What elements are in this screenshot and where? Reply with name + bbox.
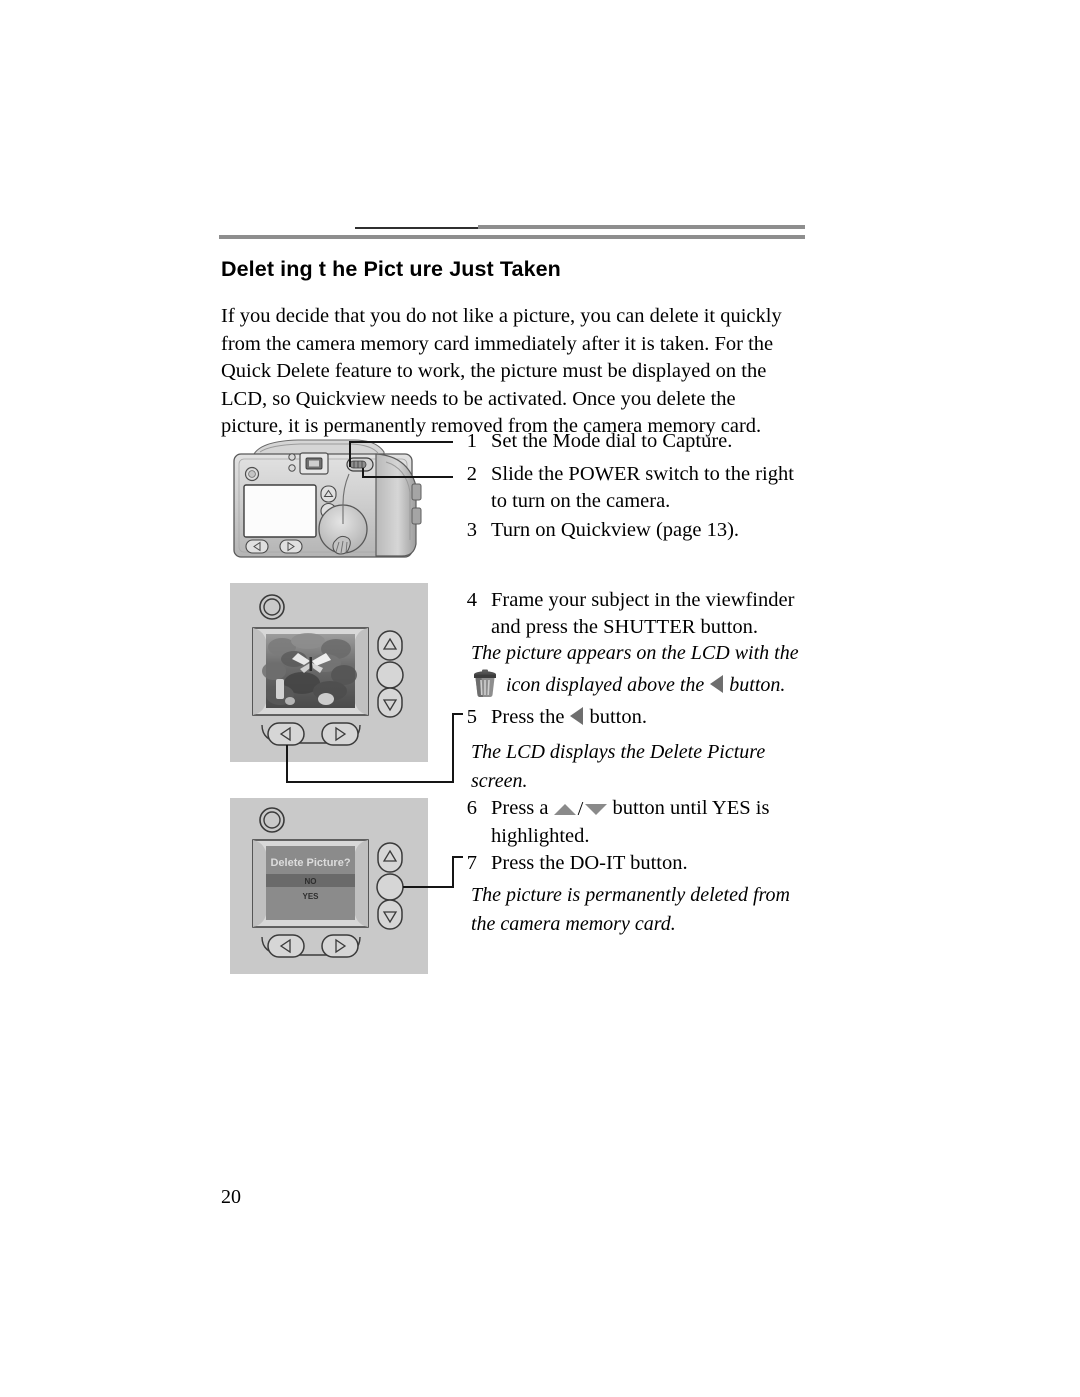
lcd-panel-1-svg	[252, 594, 404, 746]
step-text: Press the DO-IT button.	[491, 852, 688, 874]
trash-can-icon	[471, 668, 499, 698]
step-number: 5	[466, 706, 477, 728]
manual-page: Delet ing t he Pict ure Just Taken If yo…	[0, 0, 1080, 1397]
step-text: Turn on Quickview (page 13).	[491, 519, 740, 541]
step-number: 4	[466, 589, 477, 611]
step-item-4: 4 Frame your subject in the viewfinder a…	[451, 587, 803, 641]
step-item-7: 7 Press the DO-IT button.	[451, 850, 803, 877]
camera-rear-svg	[233, 439, 422, 558]
lcd-option-no: NO	[305, 877, 317, 886]
step-text: Frame your subject in the viewfinder and…	[491, 589, 795, 638]
step6-text-before: Press a	[491, 797, 549, 819]
note-step4-line2: icon displayed above the button.	[471, 668, 801, 700]
up-down-arrow-glyph-group: /	[553, 796, 608, 823]
step5-text-before: Press the	[491, 706, 565, 728]
camera-rear-illustration	[226, 432, 456, 562]
callout-line-step2-horizontal	[362, 476, 453, 478]
callout-line-step5-across	[286, 781, 454, 783]
note-step7: The picture is permanently deleted from …	[471, 884, 791, 935]
note-step4-line2-before: icon displayed above the	[506, 674, 705, 696]
step-text: Set the Mode dial to Capture.	[491, 430, 733, 452]
lcd-panel-2-svg: Delete Picture? NO YES	[252, 807, 404, 958]
lcd-screen-title: Delete Picture?	[270, 857, 350, 869]
step-number: 6	[466, 797, 477, 819]
header-rule-gray-bottom	[219, 235, 805, 239]
header-rules	[0, 0, 1080, 239]
step-text: Press the button.	[491, 704, 647, 731]
step-text: Slide the POWER switch to the right to t…	[491, 463, 794, 512]
up-triangle-icon	[553, 803, 576, 815]
page-number: 20	[221, 1186, 241, 1208]
page-title: Delet ing t he Pict ure Just Taken	[221, 257, 561, 281]
intro-paragraph: If you decide that you do not like a pic…	[221, 305, 782, 437]
note-step4-line2-after: button.	[729, 674, 786, 696]
step-item-5: 5 Press the button.	[451, 704, 803, 731]
lcd-illustration-delete-screen: Delete Picture? NO YES	[230, 798, 428, 974]
header-rule-gray-top	[478, 225, 805, 229]
callout-line-step1-horizontal	[349, 441, 453, 443]
note-step4: The picture appears on the LCD with the …	[471, 639, 801, 700]
step-number: 3	[466, 519, 477, 541]
callout-line-step5-down	[286, 745, 288, 783]
step-item-2: 2 Slide the POWER switch to the right to…	[451, 461, 803, 515]
step-text: Press a / button until YES is highlighte…	[491, 795, 803, 850]
left-triangle-icon	[570, 707, 584, 725]
lcd-illustration-picture	[230, 583, 428, 762]
step5-text-after: button.	[589, 706, 647, 728]
callout-line-step7-across	[403, 886, 453, 888]
step-number: 1	[466, 430, 477, 452]
step-item-3: 3 Turn on Quickview (page 13).	[451, 517, 801, 544]
lcd-option-yes: YES	[302, 892, 319, 901]
note-step4-line1: The picture appears on the LCD with the	[471, 642, 799, 664]
step-item-1: 1 Set the Mode dial to Capture.	[451, 428, 801, 455]
step-number: 7	[466, 852, 477, 874]
glyph-slash: /	[577, 797, 584, 820]
down-triangle-icon	[585, 803, 608, 815]
step-item-6: 6 Press a / button until YES is highligh…	[451, 795, 803, 850]
left-triangle-icon	[710, 675, 724, 693]
callout-line-step1-vertical	[349, 441, 351, 467]
note-step5: The LCD displays the Delete Picture scre…	[471, 741, 766, 792]
step-number: 2	[466, 463, 477, 485]
